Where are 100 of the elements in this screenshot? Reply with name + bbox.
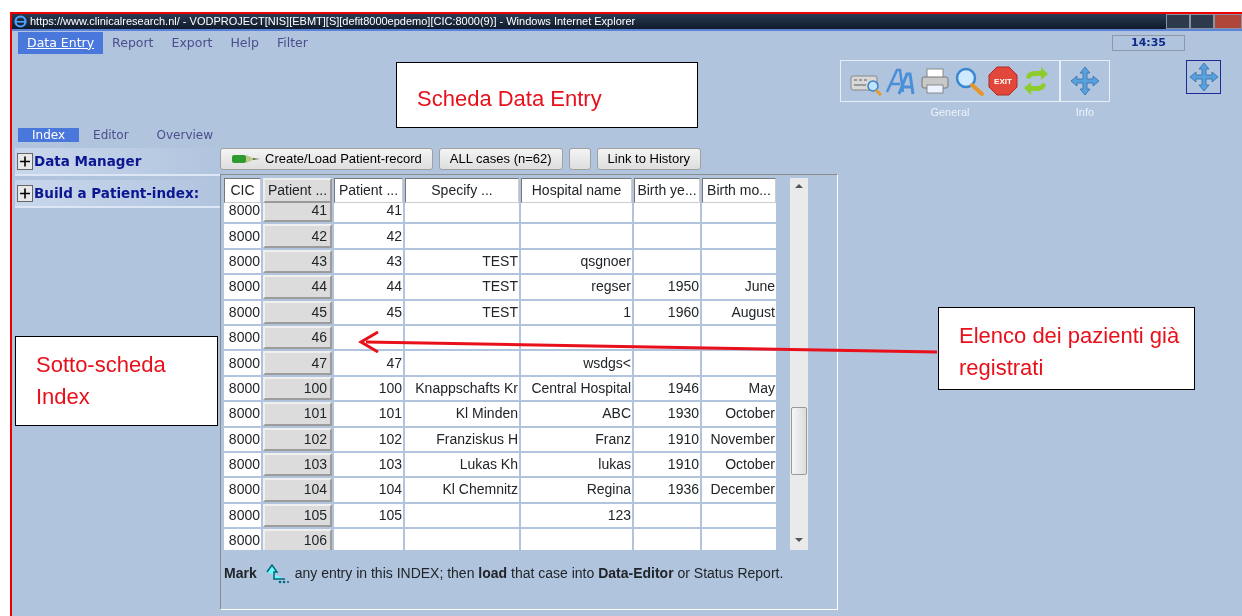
row-select-button[interactable]: 104 [263, 478, 332, 502]
table-cell: 1936 [634, 478, 700, 502]
table-cell: 8000 [224, 402, 261, 426]
row-select-button[interactable]: 47 [263, 351, 332, 375]
expand-icon[interactable] [17, 152, 33, 170]
table-cell: TEST [405, 275, 519, 299]
move-arrows-icon [1187, 61, 1220, 93]
row-select-button[interactable]: 46 [263, 325, 332, 350]
row-select-button[interactable]: 103 [263, 452, 332, 477]
table-cell: 1 [521, 300, 632, 324]
table-cell: 1910 [634, 427, 700, 451]
column-header[interactable]: Patient ... [263, 178, 332, 203]
table-cell: October [702, 452, 776, 477]
table-cell: 105 [334, 503, 403, 528]
table-cell: November [702, 427, 776, 451]
table-cell: 8000 [224, 224, 261, 248]
table-cell: 8000 [224, 427, 261, 451]
footer-text: any entry in this INDEX; then load that case into Data-Editor or Status Report. [294, 563, 784, 583]
menu-item[interactable]: Export [162, 31, 222, 55]
table-cell: 8000 [224, 300, 261, 324]
table-cell: Franz [521, 427, 632, 451]
exit-icon[interactable]: EXIT [987, 65, 1019, 97]
clock: 14:35 [1112, 35, 1185, 51]
menu-item[interactable]: Data Entry [18, 31, 104, 55]
sub-tab[interactable]: Editor [79, 128, 143, 142]
callout-box: Elenco dei pazienti già registrati [938, 307, 1195, 390]
browser-icon [14, 15, 27, 28]
toolbar-button[interactable]: ALL cases (n=62) [438, 148, 563, 170]
table-cell: 1950 [634, 275, 700, 299]
table-cell: 1960 [634, 300, 700, 324]
move-arrows-icon[interactable] [1069, 65, 1101, 97]
menu-item[interactable]: Filter [267, 31, 317, 55]
row-select-button[interactable]: 44 [263, 275, 332, 299]
column-header[interactable]: Birth ye... [634, 178, 700, 203]
row-select-button[interactable]: 101 [263, 402, 332, 426]
table-cell: 103 [334, 452, 403, 477]
table-cell: wsdgs< [521, 351, 632, 375]
search-icon[interactable] [953, 66, 985, 96]
table-cell: 8000 [224, 452, 261, 477]
maximize-button[interactable] [1190, 14, 1214, 29]
sidebar-item[interactable]: Build a Patient-index: [15, 180, 220, 208]
table-cell: 8000 [224, 376, 261, 401]
close-button[interactable] [1214, 14, 1242, 29]
menu-item[interactable]: Help [221, 31, 268, 55]
create-record-button[interactable]: Create/Load Patient-record [220, 148, 433, 170]
table-cell: 8000 [224, 325, 261, 350]
table-cell: 8000 [224, 351, 261, 375]
table-cell: TEST [405, 249, 519, 274]
table-cell: lukas [521, 452, 632, 477]
table-cell: 101 [334, 402, 403, 426]
row-select-button[interactable]: 106 [263, 529, 332, 550]
row-select-button[interactable]: 102 [263, 427, 332, 451]
table-cell: 8000 [224, 529, 261, 550]
font-icon[interactable] [885, 66, 917, 96]
table-cell: Lukas Kh [405, 452, 519, 477]
table-cell: Franziskus H [405, 427, 519, 451]
table-cell: June [702, 275, 776, 299]
menu-item[interactable]: Report [103, 31, 163, 55]
table-cell: 1930 [634, 402, 700, 426]
column-header[interactable]: Hospital name [521, 178, 632, 203]
row-select-button[interactable]: 42 [263, 224, 332, 248]
column-header[interactable]: Patient ... [334, 178, 403, 203]
table-cell: 123 [521, 503, 632, 528]
row-select-button[interactable]: 41 [263, 203, 332, 223]
table-cell: 8000 [224, 478, 261, 502]
toolbar-button[interactable]: Link to History [596, 148, 701, 170]
table-cell: August [702, 300, 776, 324]
callout-box: Sotto-scheda Index [15, 336, 218, 426]
table-cell: Knappschafts Kr [405, 376, 519, 401]
row-select-button[interactable]: 43 [263, 249, 332, 274]
move-button[interactable] [1186, 60, 1221, 94]
table-cell: 104 [334, 478, 403, 502]
table-cell: Kl Chemnitz [405, 478, 519, 502]
table-cell: TEST [405, 300, 519, 324]
table-cell: 44 [334, 275, 403, 299]
sub-tab[interactable]: Overview [142, 128, 228, 142]
row-select-button[interactable]: 45 [263, 300, 332, 324]
column-header[interactable]: Specify ... [405, 178, 519, 203]
column-header[interactable]: CIC [224, 178, 261, 203]
row-select-button[interactable]: 105 [263, 503, 332, 528]
toolbar-group-label: General [930, 105, 970, 120]
sub-tab[interactable]: Index [18, 128, 80, 142]
table-cell: qsgnoer [521, 249, 632, 274]
callout-box: Scheda Data Entry [396, 62, 698, 128]
column-header[interactable]: Birth mo... [702, 178, 776, 203]
table-cell: regser [521, 275, 632, 299]
footer-label: Mark [224, 563, 257, 583]
table-cell: 43 [334, 249, 403, 274]
row-select-button[interactable]: 100 [263, 376, 332, 401]
table-cell: 42 [334, 224, 403, 248]
table-cell: 45 [334, 300, 403, 324]
printer-icon[interactable] [919, 66, 951, 96]
table-cell: Regina [521, 478, 632, 502]
table-cell: 8000 [224, 249, 261, 274]
sidebar-item[interactable]: Data Manager [15, 148, 220, 176]
expand-icon[interactable] [17, 184, 33, 202]
table-cell: 1910 [634, 452, 700, 477]
blank-button[interactable] [568, 148, 591, 170]
minimize-button[interactable] [1166, 14, 1190, 29]
scrollbar[interactable] [790, 178, 808, 550]
